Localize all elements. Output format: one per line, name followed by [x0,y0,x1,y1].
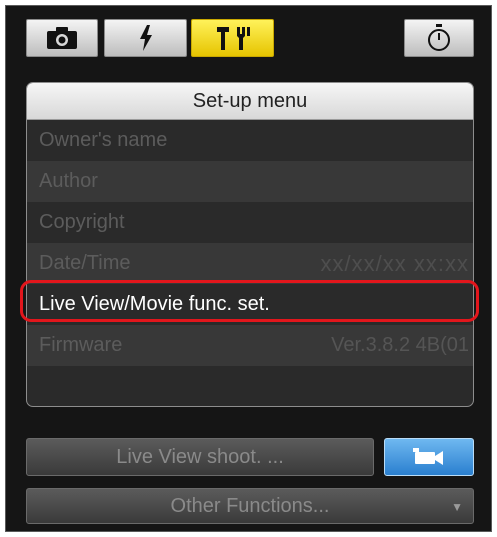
menu-item-owners-name: Owner's name [27,120,473,161]
other-functions-label: Other Functions... [170,494,330,517]
timer-icon [428,24,450,51]
menu-item-label: Owner's name [39,129,168,151]
date-time-value: xx/xx/xx xx:xx [320,250,469,276]
tab-timer[interactable] [404,19,474,57]
menu-item-author: Author [27,161,473,202]
tools-icon [216,27,250,50]
tab-flash[interactable] [104,19,187,57]
chevron-down-icon: ▼ [451,500,463,514]
menu-item-date-time: Date/Time xx/xx/xx xx:xx [27,243,473,284]
menu-item-live-view-movie-func-set[interactable]: Live View/Movie func. set. [27,284,473,325]
live-view-shoot-button[interactable]: Live View shoot. ... [26,438,374,476]
menu-item-label: Date/Time [39,252,131,274]
menu-item-label: Copyright [39,211,125,233]
tab-setup[interactable] [191,19,274,57]
other-functions-dropdown[interactable]: Other Functions... ▼ [26,488,474,524]
flash-icon [139,25,152,51]
menu-item-label: Author [39,170,98,192]
firmware-version-value: Ver.3.8.2 4B(01 [331,334,469,356]
menu-item-label: Firmware [39,334,123,356]
tab-shooting[interactable] [26,19,98,57]
menu-item-copyright: Copyright [27,202,473,243]
panel-title: Set-up menu [27,83,473,120]
menu-item-label: Live View/Movie func. set. [39,293,270,315]
movie-mode-button[interactable] [384,438,474,476]
setup-menu-panel: Set-up menu Owner's name Author Copyrigh… [26,82,474,407]
camera-icon [47,27,77,49]
movie-camera-icon [413,448,443,465]
menu-item-firmware: Firmware Ver.3.8.2 4B(01 [27,325,473,366]
live-view-shoot-label: Live View shoot. ... [116,445,284,468]
